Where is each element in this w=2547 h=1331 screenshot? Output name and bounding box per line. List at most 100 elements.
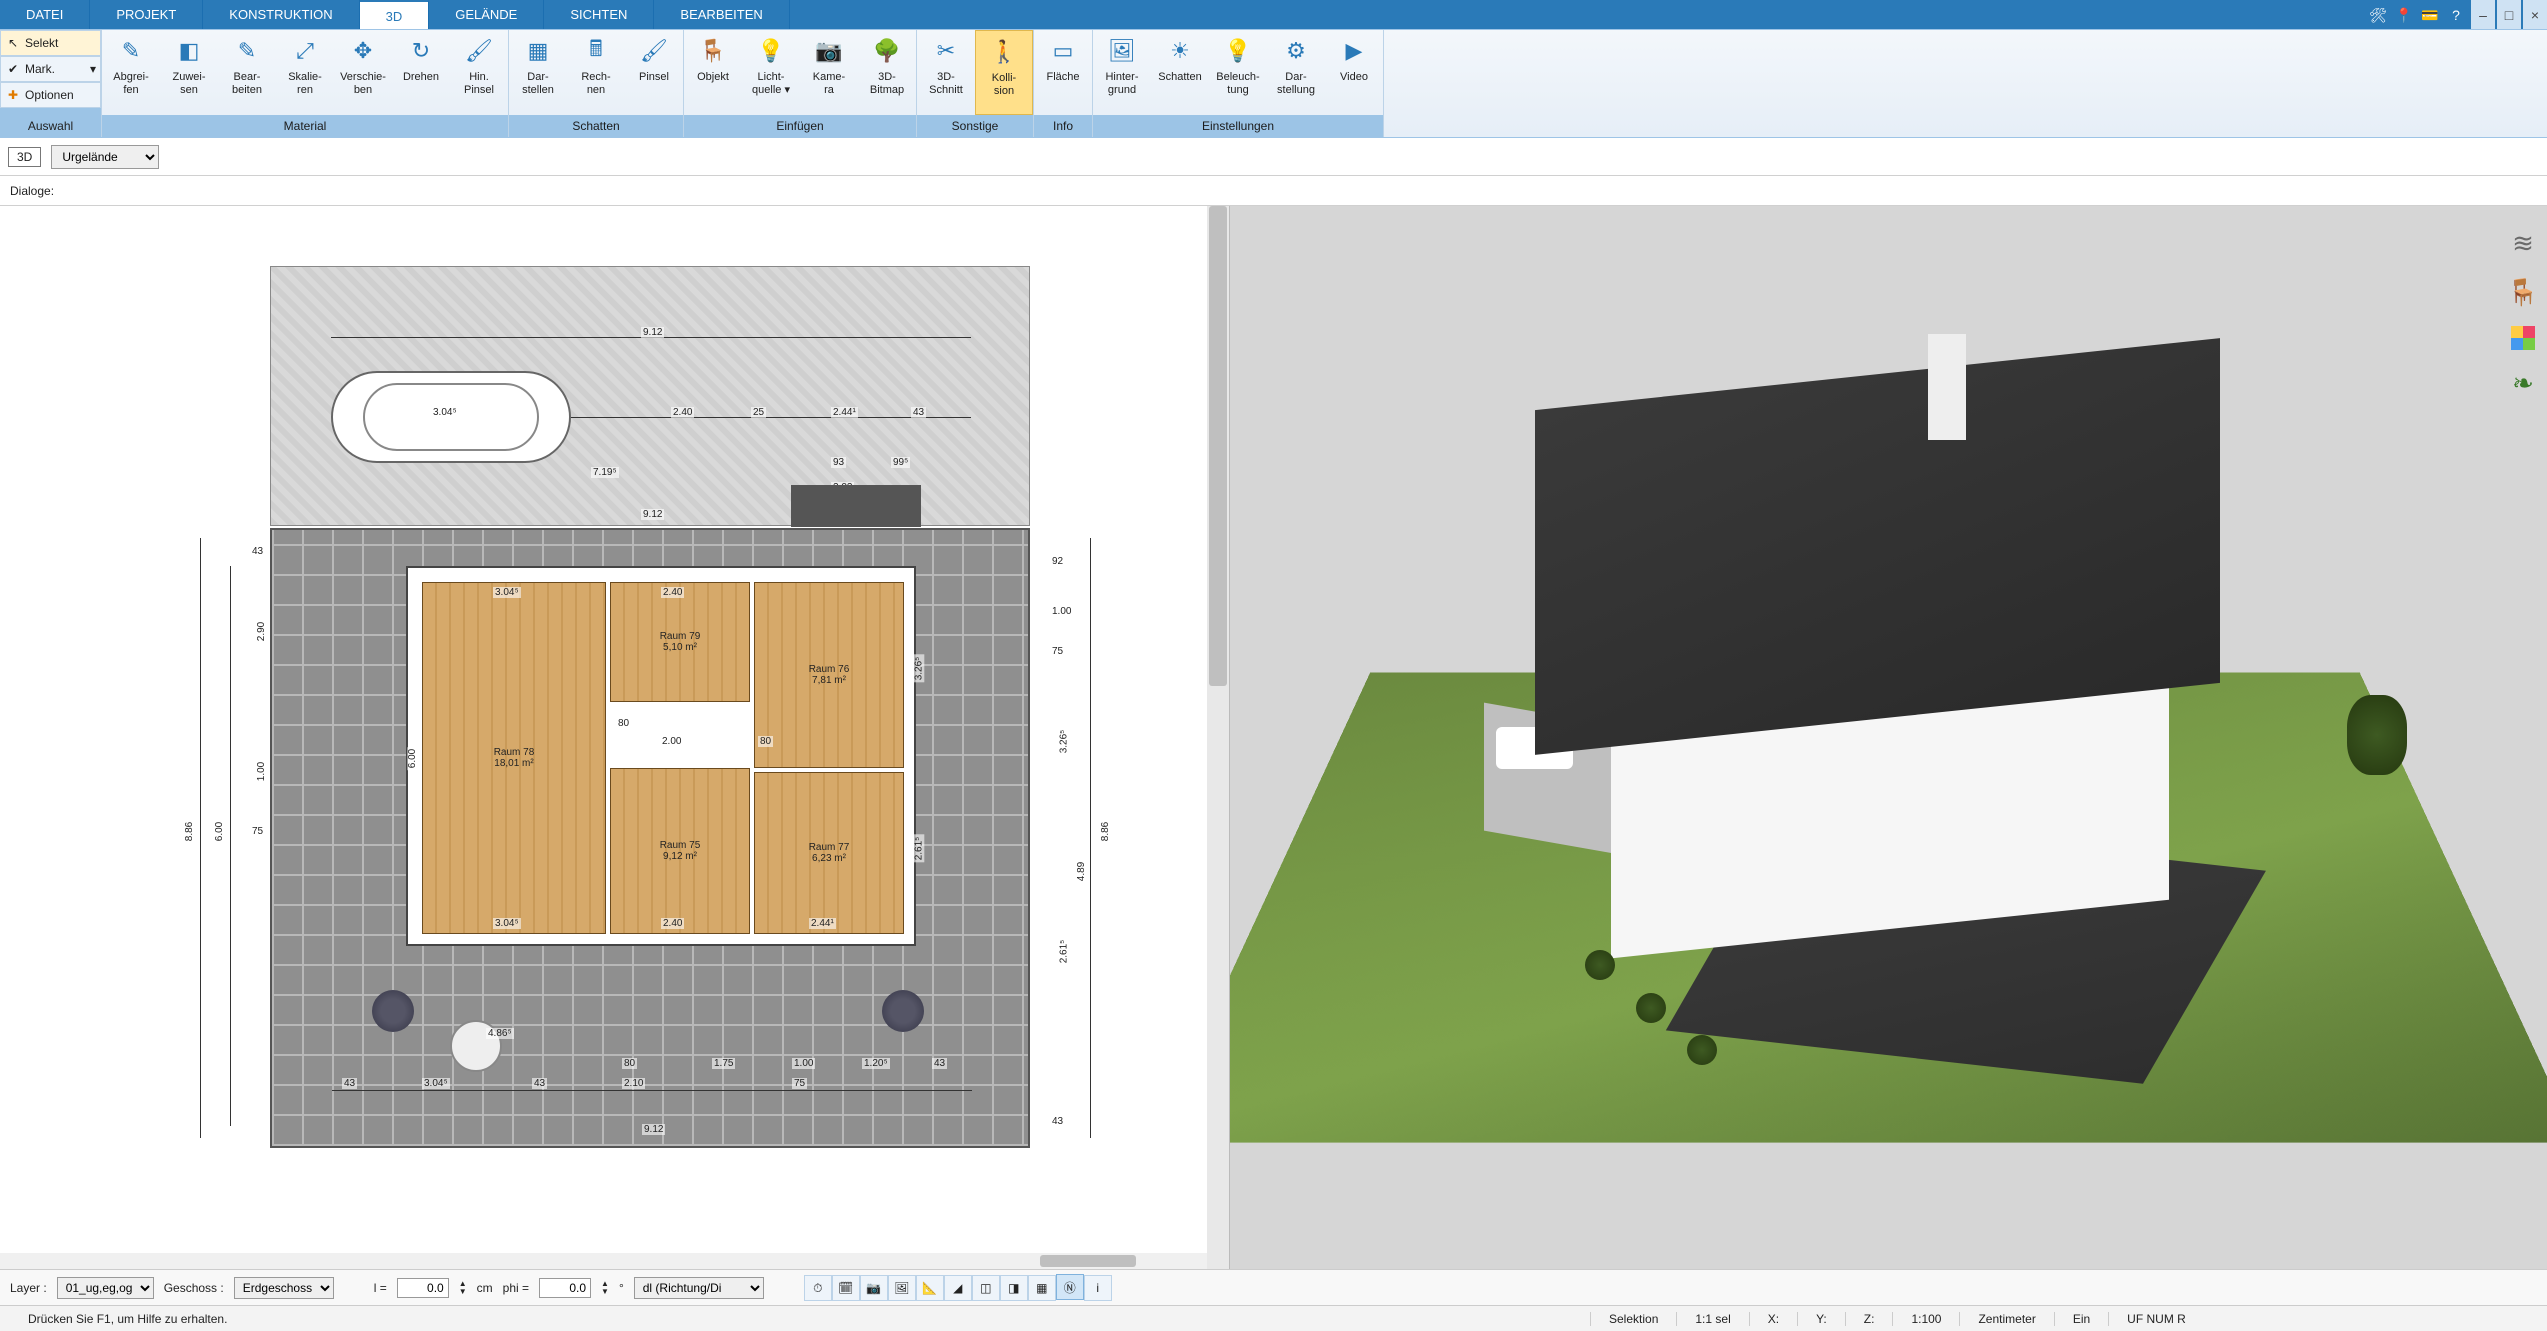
ribbon-btn-label: Verschie- ben bbox=[340, 71, 386, 97]
dim-text: 3.26⁵ bbox=[914, 655, 925, 683]
ribbon-beleuchtung-button[interactable]: 💡Beleuch- tung bbox=[1209, 30, 1267, 115]
spin-down-icon[interactable]: ▼ bbox=[601, 1288, 609, 1296]
bottom-tool-5[interactable]: ◢ bbox=[944, 1275, 972, 1301]
ribbon-flche-button[interactable]: ▭Fläche bbox=[1034, 30, 1092, 115]
menu-tab-3d[interactable]: 3D bbox=[360, 0, 430, 29]
select-button[interactable]: ↖Selekt bbox=[0, 30, 101, 56]
ribbon-kollision-button[interactable]: 🚶Kolli- sion bbox=[975, 30, 1033, 115]
bottom-tool-10[interactable]: i bbox=[1084, 1275, 1112, 1301]
ribbon-drehen-button[interactable]: ↻ Drehen bbox=[392, 30, 450, 115]
bottom-tool-1[interactable]: 🗓 bbox=[832, 1275, 860, 1301]
bottom-tool-3[interactable]: 🖼 bbox=[888, 1275, 916, 1301]
length-input[interactable] bbox=[397, 1278, 449, 1298]
tree-icon[interactable]: ❧ bbox=[2512, 368, 2534, 399]
ribbon-skalieren-button[interactable]: ⤢Skalie- ren bbox=[276, 30, 334, 115]
ribbon-abgreifen-button[interactable]: ✎Abgrei- fen bbox=[102, 30, 160, 115]
help-icon[interactable]: ? bbox=[2443, 0, 2469, 29]
ribbon-kamera-button[interactable]: 📷Kame- ra bbox=[800, 30, 858, 115]
menu-tab-gelände[interactable]: GELÄNDE bbox=[429, 0, 544, 29]
ribbon-video-button[interactable]: ▶Video bbox=[1325, 30, 1383, 115]
status-unit: Zentimeter bbox=[1959, 1312, 2053, 1326]
ribbon-group-label: Einfügen bbox=[684, 115, 916, 137]
workspace: 9.12 3.04⁵ 7.19⁵ 2.40 25 2.44¹ 43 93 99⁵… bbox=[0, 206, 2547, 1269]
plus-icon: ✚ bbox=[5, 88, 21, 102]
length-unit: cm bbox=[477, 1281, 493, 1295]
mark-button[interactable]: ✔Mark.▾ bbox=[0, 56, 101, 82]
menu-tab-datei[interactable]: DATEI bbox=[0, 0, 90, 29]
scrollbar-thumb[interactable] bbox=[1209, 206, 1227, 686]
terrain-select[interactable]: Urgelände bbox=[51, 145, 159, 169]
ribbon-group-label: Material bbox=[102, 115, 508, 137]
menu-tab-bearbeiten[interactable]: BEARBEITEN bbox=[654, 0, 789, 29]
ribbon-icon: 🚶 bbox=[987, 35, 1021, 69]
dim-line bbox=[1090, 538, 1091, 1138]
menu-tab-projekt[interactable]: PROJEKT bbox=[90, 0, 203, 29]
maximize-button[interactable]: □ bbox=[2497, 0, 2521, 29]
menu-tab-konstruktion[interactable]: KONSTRUKTION bbox=[203, 0, 359, 29]
card-icon[interactable]: 💳 bbox=[2417, 0, 2443, 29]
bottom-tool-4[interactable]: 📐 bbox=[916, 1275, 944, 1301]
minimize-button[interactable]: – bbox=[2471, 0, 2495, 29]
ribbon-darstellen-button[interactable]: ▦Dar- stellen bbox=[509, 30, 567, 115]
dim-text: 43 bbox=[911, 407, 926, 418]
ribbon-hinpinsel-button[interactable]: 🖌Hin. Pinsel bbox=[450, 30, 508, 115]
ribbon-icon: ⚙ bbox=[1279, 34, 1313, 68]
ribbon-hintergrund-button[interactable]: 🖼Hinter- grund bbox=[1093, 30, 1151, 115]
menu-tab-sichten[interactable]: SICHTEN bbox=[544, 0, 654, 29]
ribbon-verschieben-button[interactable]: ✥Verschie- ben bbox=[334, 30, 392, 115]
dim-text: 43 bbox=[532, 1078, 547, 1089]
tiles-icon[interactable] bbox=[2511, 326, 2535, 350]
ribbon-pinsel-button[interactable]: 🖌Pinsel bbox=[625, 30, 683, 115]
dim-line bbox=[200, 538, 201, 1138]
dim-text: 80 bbox=[616, 718, 631, 729]
driveway-area: 9.12 3.04⁵ 7.19⁵ 2.40 25 2.44¹ 43 93 99⁵… bbox=[270, 266, 1030, 526]
marker-icon[interactable]: 📍 bbox=[2391, 0, 2417, 29]
tree-symbol bbox=[372, 990, 414, 1032]
bottom-tool-8[interactable]: ▦ bbox=[1028, 1275, 1056, 1301]
geschoss-select[interactable]: Erdgeschoss bbox=[234, 1277, 334, 1299]
options-button[interactable]: ✚Optionen bbox=[0, 82, 101, 108]
mode-select[interactable]: dl (Richtung/Di bbox=[634, 1277, 764, 1299]
ribbon-btn-label: Skalie- ren bbox=[288, 71, 322, 97]
bottom-tool-7[interactable]: ◨ bbox=[1000, 1275, 1028, 1301]
dim-text: 9.12 bbox=[641, 509, 664, 520]
ribbon-schatten-button[interactable]: ☀Schatten bbox=[1151, 30, 1209, 115]
dim-text: 80 bbox=[758, 736, 773, 747]
garage-box bbox=[791, 485, 921, 527]
render-viewport-3d[interactable]: ≋ 🪑 ❧ bbox=[1230, 206, 2547, 1269]
ribbon-rechnen-button[interactable]: 🖩Rech- nen bbox=[567, 30, 625, 115]
phi-input[interactable] bbox=[539, 1278, 591, 1298]
ribbon-dschnitt-button[interactable]: ✂3D- Schnitt bbox=[917, 30, 975, 115]
ribbon-icon: 🪑 bbox=[696, 34, 730, 68]
ribbon-lichtquelle-button[interactable]: 💡Licht- quelle ▾ bbox=[742, 30, 800, 115]
dim-text: 3.04⁵ bbox=[422, 1078, 450, 1089]
dialog-bar: Dialoge: bbox=[0, 176, 2547, 206]
bottom-tool-6[interactable]: ◫ bbox=[972, 1275, 1000, 1301]
ribbon-icon: ↻ bbox=[404, 34, 438, 68]
bottom-tool-9[interactable]: Ⓝ bbox=[1056, 1274, 1084, 1300]
scrollbar-thumb[interactable] bbox=[1040, 1255, 1136, 1267]
layers-icon[interactable]: ≋ bbox=[2512, 228, 2534, 259]
ribbon-objekt-button[interactable]: 🪑Objekt bbox=[684, 30, 742, 115]
ribbon-icon: ✎ bbox=[114, 34, 148, 68]
ribbon-btn-label: Kame- ra bbox=[813, 71, 845, 97]
room-75: Raum 75 9,12 m² 2.40 bbox=[610, 768, 750, 934]
close-button[interactable]: × bbox=[2523, 0, 2547, 29]
vertical-scrollbar[interactable] bbox=[1207, 206, 1229, 1269]
chair-icon[interactable]: 🪑 bbox=[2507, 277, 2539, 308]
spin-down-icon[interactable]: ▼ bbox=[459, 1288, 467, 1296]
horizontal-scrollbar[interactable] bbox=[0, 1253, 1207, 1269]
ribbon-icon: ▦ bbox=[521, 34, 555, 68]
layer-select[interactable]: 01_ug,eg,og bbox=[57, 1277, 154, 1299]
wrench-icon[interactable]: 🛠 bbox=[2365, 0, 2391, 29]
ribbon-bearbeiten-button[interactable]: ✎Bear- beiten bbox=[218, 30, 276, 115]
ribbon-darstellung-button[interactable]: ⚙Dar- stellung bbox=[1267, 30, 1325, 115]
ribbon-btn-label: Licht- quelle ▾ bbox=[752, 71, 790, 97]
bottom-tool-2[interactable]: 📷 bbox=[860, 1275, 888, 1301]
ribbon-zuweisen-button[interactable]: ◧Zuwei- sen bbox=[160, 30, 218, 115]
ribbon-selection-column: ↖Selekt ✔Mark.▾ ✚Optionen Auswahl bbox=[0, 30, 102, 137]
bottom-tool-0[interactable]: ⏱ bbox=[804, 1275, 832, 1301]
ribbon-btn-label: Drehen bbox=[403, 71, 439, 84]
ribbon-dbitmap-button[interactable]: 🌳3D- Bitmap bbox=[858, 30, 916, 115]
plan-viewport-2d[interactable]: 9.12 3.04⁵ 7.19⁵ 2.40 25 2.44¹ 43 93 99⁵… bbox=[0, 206, 1230, 1269]
